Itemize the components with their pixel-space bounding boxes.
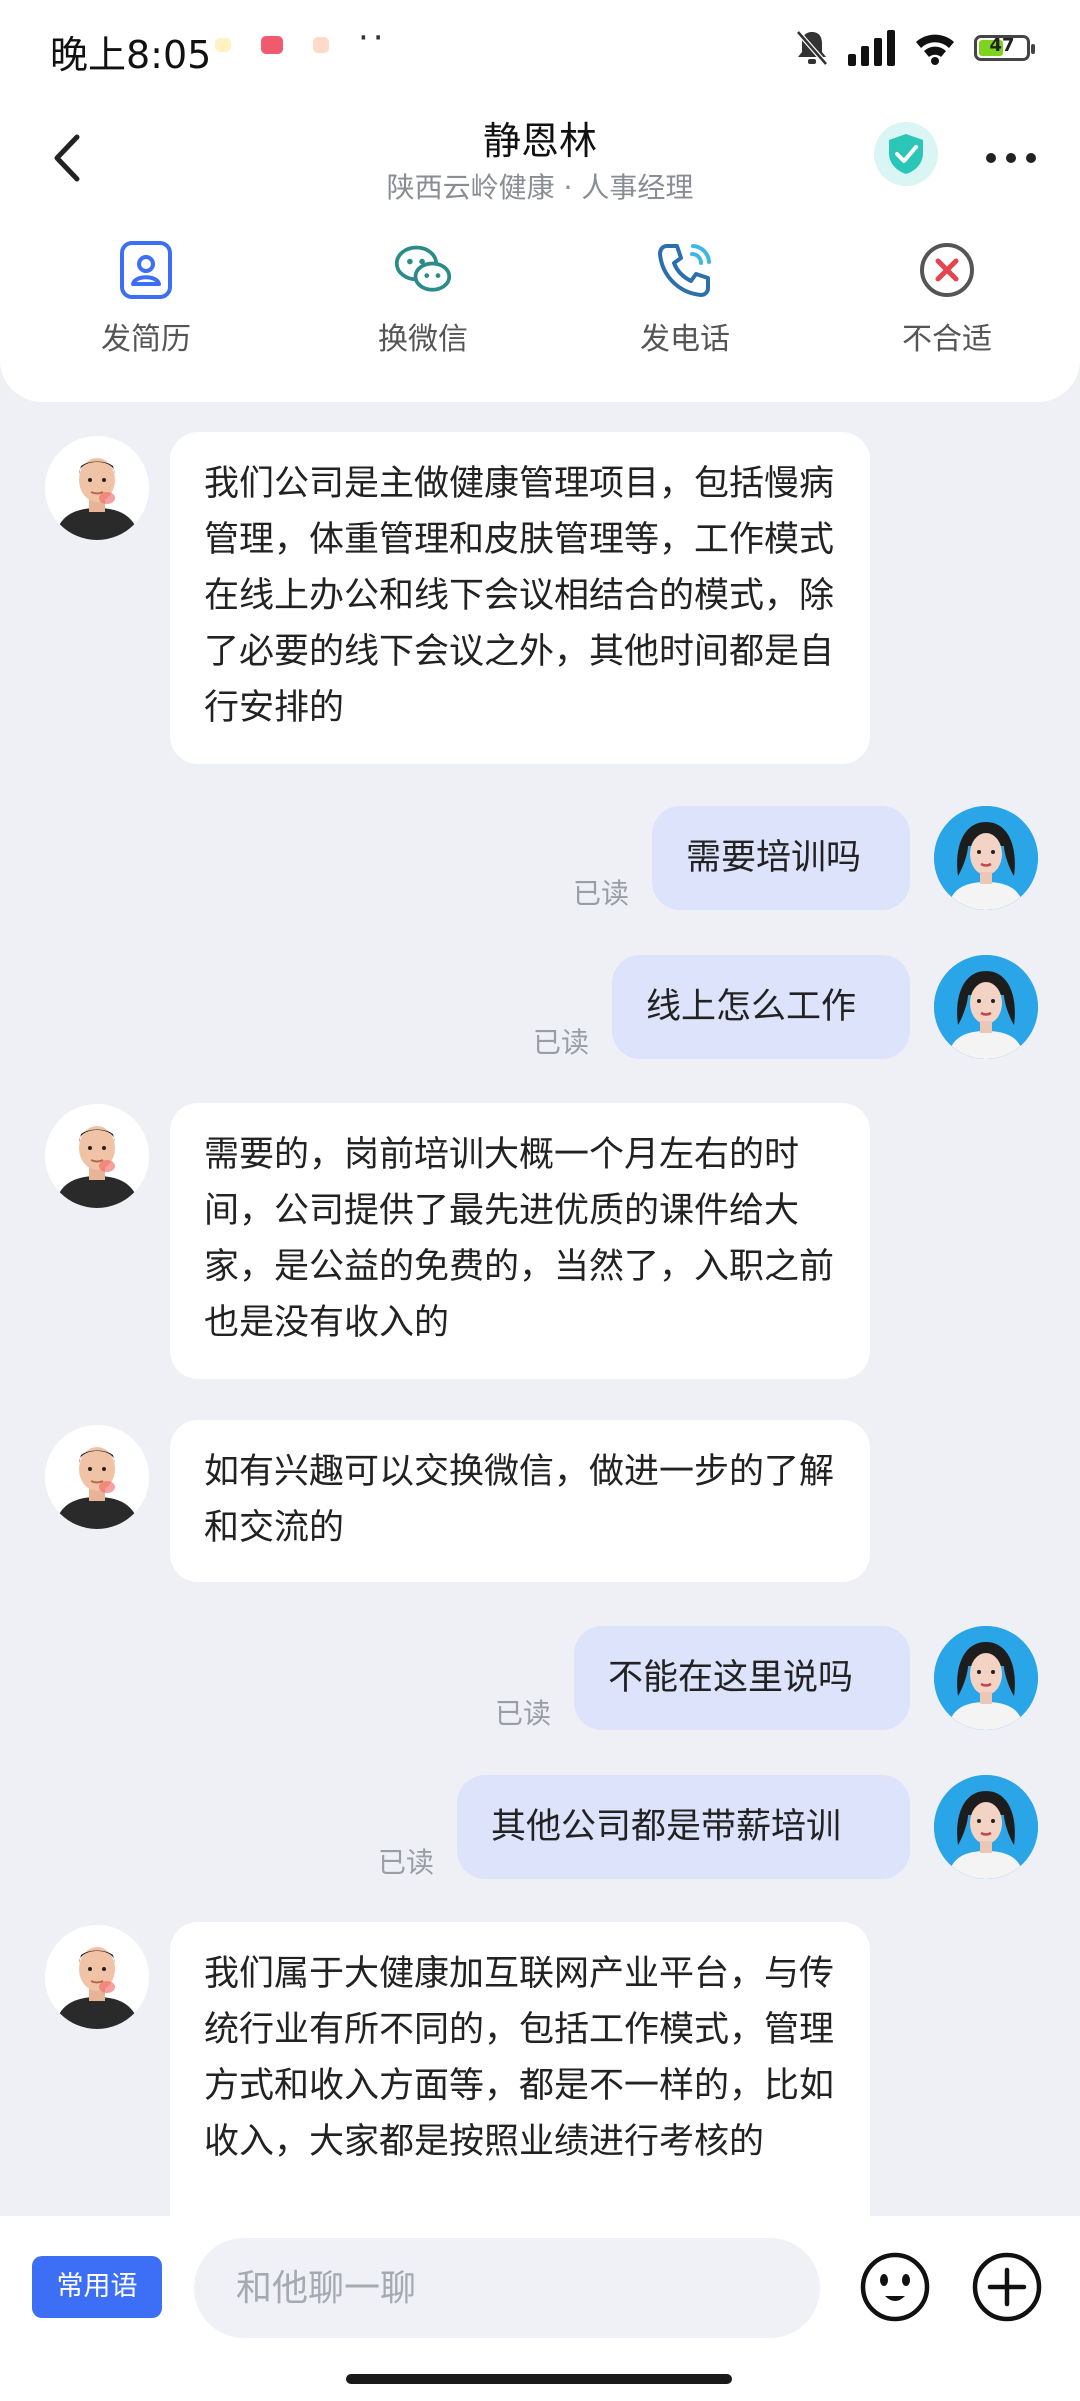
- wechat-icon: [393, 240, 453, 300]
- avatar[interactable]: [934, 955, 1038, 1059]
- read-status: 已读: [573, 877, 630, 910]
- user-avatar-icon: [934, 1626, 1038, 1730]
- signal-icon: [848, 30, 895, 66]
- action-label: 发电话: [640, 322, 730, 357]
- incoming-message[interactable]: 我们公司是主做健康管理项目，包括慢病管理，体重管理和皮肤管理等，工作模式在线上办…: [170, 432, 870, 764]
- more-notifications-icon: ··: [358, 18, 388, 58]
- action-label: 换微信: [378, 322, 468, 357]
- resume-icon: [116, 240, 176, 300]
- avatar[interactable]: [934, 806, 1038, 910]
- outgoing-message[interactable]: 需要培训吗: [652, 806, 910, 910]
- emoji-button[interactable]: [858, 2250, 932, 2324]
- avatar[interactable]: [45, 1104, 149, 1208]
- read-status: 已读: [533, 1026, 590, 1059]
- more-actions-button[interactable]: [970, 2250, 1044, 2324]
- verified-button[interactable]: [874, 122, 938, 186]
- avatar[interactable]: [45, 1925, 149, 2029]
- shield-check-icon: [889, 134, 923, 174]
- incoming-message[interactable]: 如有兴趣可以交换微信，做进一步的了解和交流的: [170, 1420, 870, 1582]
- incoming-message[interactable]: 需要的，岗前培训大概一个月左右的时间，公司提供了最先进优质的课件给大家，是公益的…: [170, 1103, 870, 1379]
- exchange-wechat-button[interactable]: 换微信: [292, 240, 554, 370]
- input-bar: 常用语: [0, 2216, 1080, 2401]
- notification-app-icon: [261, 36, 283, 54]
- user-avatar-icon: [934, 955, 1038, 1059]
- notification-icons: [215, 36, 329, 54]
- more-options-button[interactable]: [976, 128, 1046, 188]
- avatar[interactable]: [45, 436, 149, 540]
- quick-actions: 发简历 换微信 发电话 不合适: [0, 240, 1080, 370]
- system-icons: 47: [794, 28, 1035, 68]
- recruiter-avatar-icon: [45, 1425, 149, 1529]
- action-label: 不合适: [902, 322, 992, 357]
- chat-header: 静恩林 陕西云岭健康 · 人事经理 发简历 换微信 发电话 不合适: [0, 100, 1080, 402]
- read-status: 已读: [378, 1846, 435, 1879]
- emoji-icon: [860, 2252, 930, 2322]
- outgoing-message[interactable]: 其他公司都是带薪培训: [457, 1775, 910, 1879]
- recruiter-avatar-icon: [45, 1925, 149, 2029]
- avatar[interactable]: [934, 1775, 1038, 1879]
- notification-app-icon: [215, 38, 231, 52]
- incoming-message[interactable]: 我们属于大健康加互联网产业平台，与传统行业有所不同的，包括工作模式，管理方式和收…: [170, 1922, 870, 2216]
- notification-app-icon: [313, 37, 329, 53]
- user-avatar-icon: [934, 1775, 1038, 1879]
- action-label: 发简历: [101, 322, 191, 357]
- outgoing-message[interactable]: 不能在这里说吗: [574, 1626, 910, 1730]
- recruiter-avatar-icon: [45, 1104, 149, 1208]
- home-indicator[interactable]: [346, 2374, 732, 2384]
- avatar[interactable]: [934, 1626, 1038, 1730]
- recruiter-avatar-icon: [45, 436, 149, 540]
- message-input[interactable]: [194, 2238, 820, 2338]
- send-resume-button[interactable]: 发简历: [0, 240, 292, 370]
- outgoing-message[interactable]: 线上怎么工作: [612, 955, 910, 1059]
- message-list[interactable]: 我们公司是主做健康管理项目，包括慢病管理，体重管理和皮肤管理等，工作模式在线上办…: [0, 402, 1080, 2216]
- avatar[interactable]: [45, 1425, 149, 1529]
- status-time: 晚上8:05: [50, 33, 212, 77]
- user-avatar-icon: [934, 806, 1038, 910]
- status-bar: 晚上8:05 ·· 47: [0, 0, 1080, 100]
- read-status: 已读: [495, 1697, 552, 1730]
- plus-circle-icon: [972, 2252, 1042, 2322]
- call-button[interactable]: 发电话: [554, 240, 816, 370]
- common-phrases-button[interactable]: 常用语: [32, 2256, 162, 2318]
- mute-bell-icon: [796, 30, 828, 66]
- close-circle-icon: [917, 240, 977, 300]
- phone-icon: [655, 240, 715, 300]
- not-suitable-button[interactable]: 不合适: [816, 240, 1078, 370]
- battery-icon: 47: [974, 35, 1035, 61]
- more-dots-icon: [986, 153, 1036, 163]
- battery-level: 47: [989, 35, 1015, 56]
- wifi-icon: [916, 34, 954, 65]
